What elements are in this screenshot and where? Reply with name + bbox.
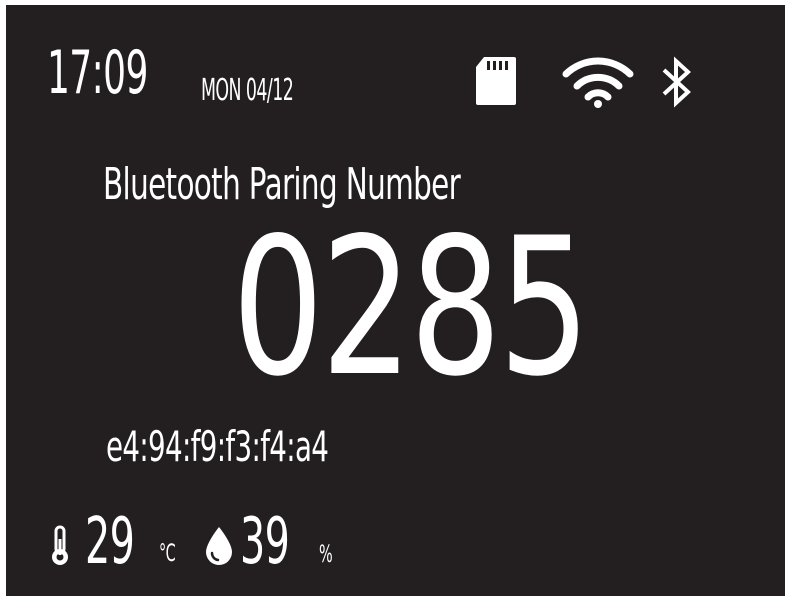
bluetooth-icon <box>662 56 691 108</box>
thermometer-icon <box>52 525 68 565</box>
temperature-unit: °C <box>159 539 176 567</box>
humidity-value: 39 <box>240 505 290 579</box>
wifi-icon <box>562 57 634 108</box>
clock-date: MON 04/12 <box>201 73 294 108</box>
display-screen: 17:09 MON 04/12 Bluetooth Paring Number … <box>6 5 785 596</box>
device-frame: 17:09 MON 04/12 Bluetooth Paring Number … <box>0 0 791 596</box>
sd-card-icon <box>476 57 516 105</box>
humidity-unit: % <box>319 540 333 568</box>
pairing-number: 0285 <box>232 197 590 418</box>
temperature-value: 29 <box>85 505 135 579</box>
droplet-icon <box>206 527 232 565</box>
mac-address: e4:94:f9:f3:f4:a4 <box>106 422 329 471</box>
clock-time: 17:09 <box>47 38 148 108</box>
